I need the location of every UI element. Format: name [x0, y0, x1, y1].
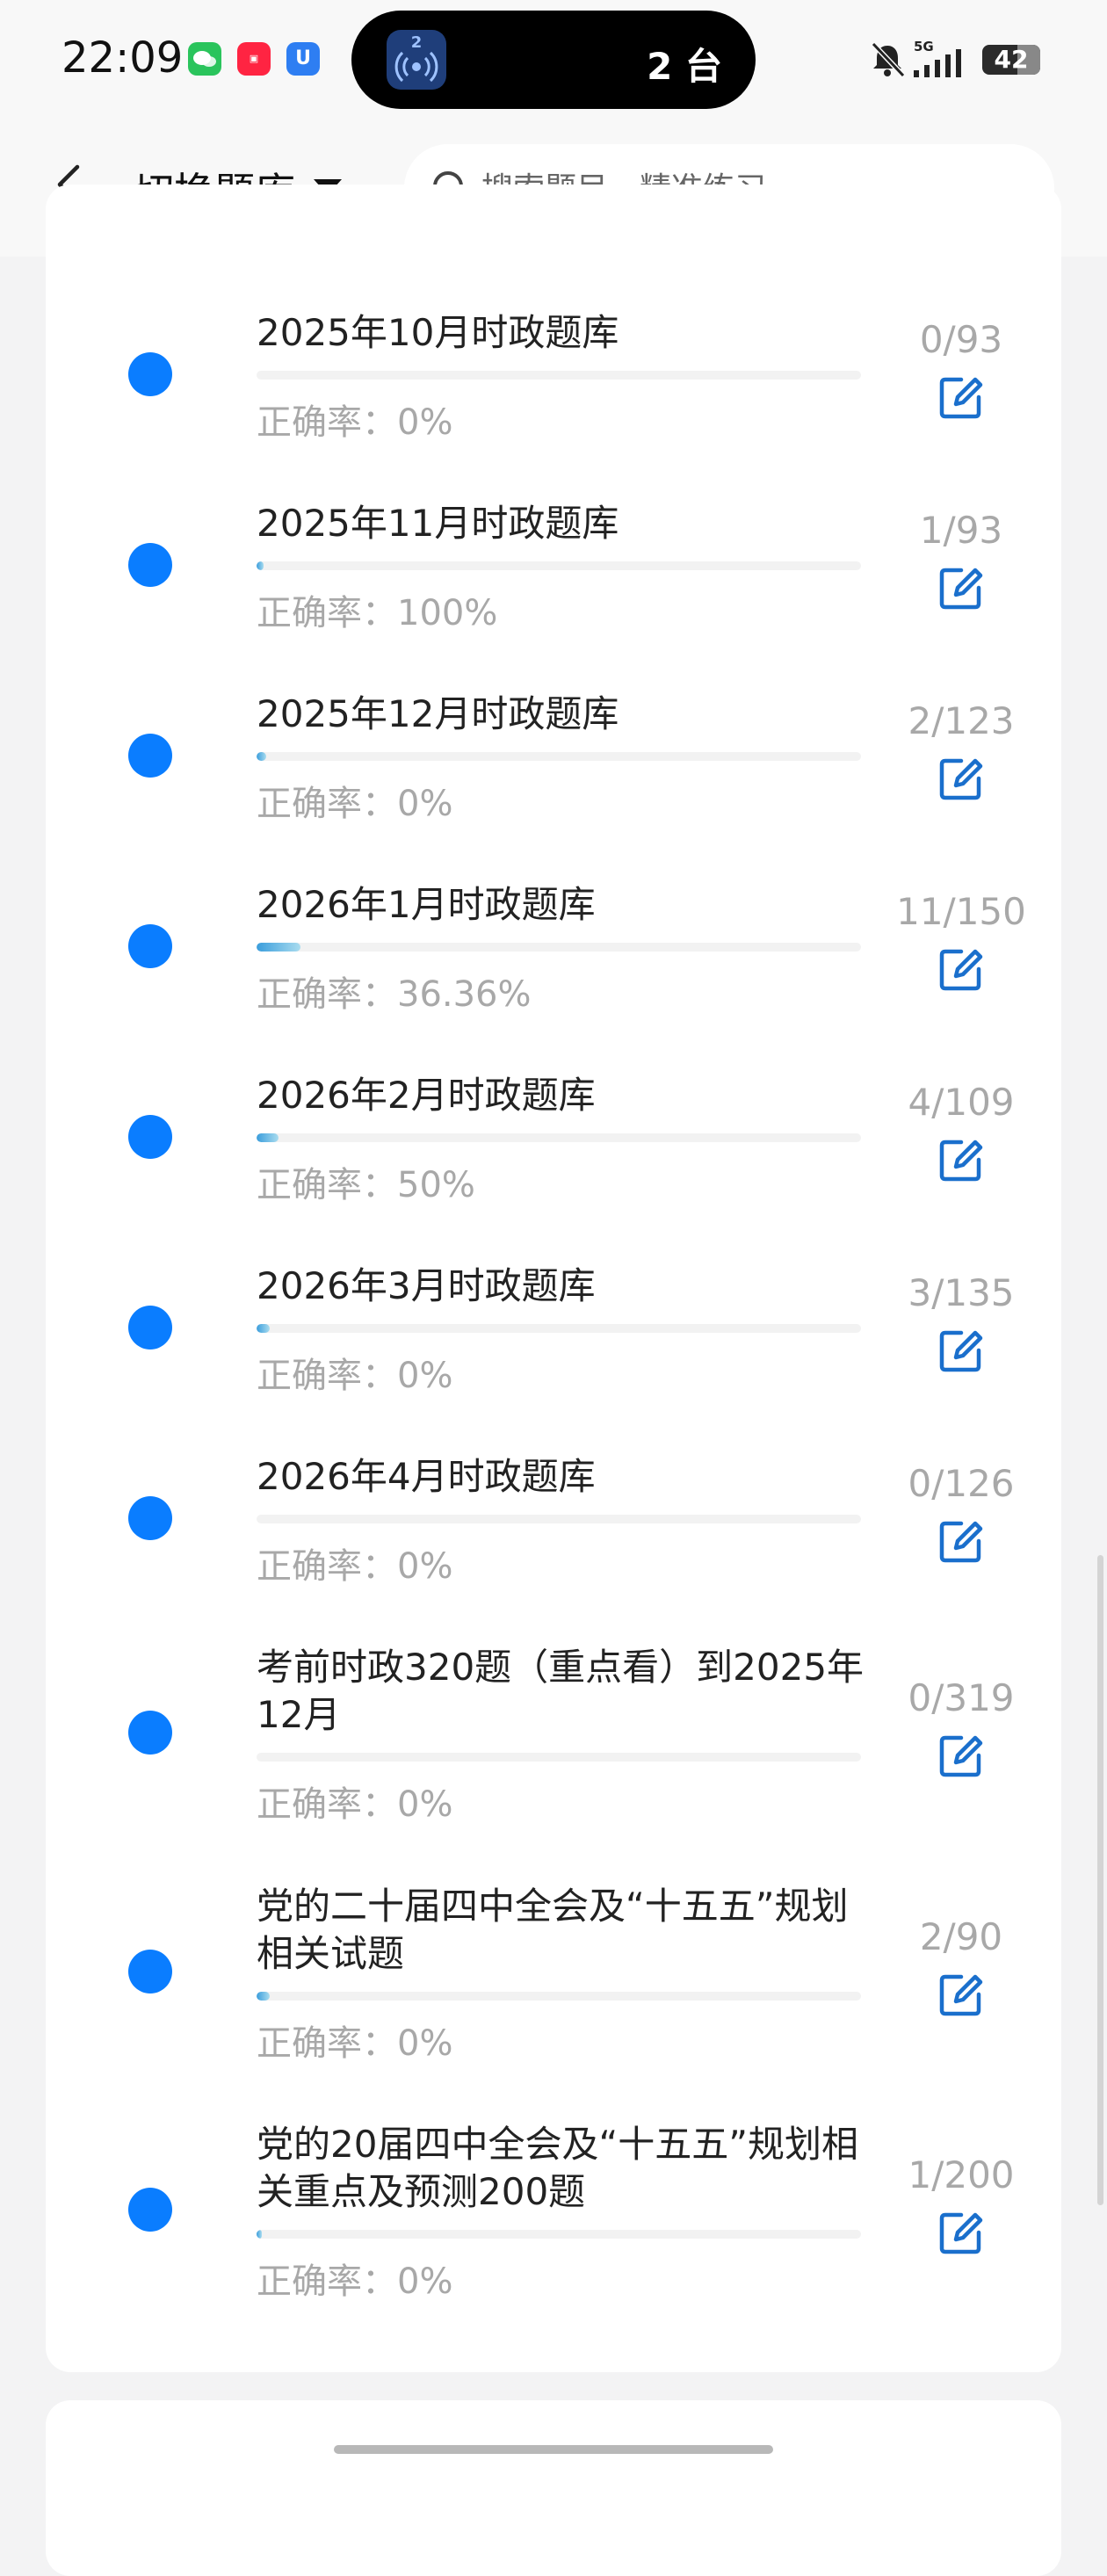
practice-button[interactable] — [935, 1968, 988, 2021]
practice-button[interactable] — [935, 561, 988, 614]
bank-title[interactable]: 2026年3月时政题库 — [257, 1263, 872, 1310]
accuracy-text: 正确率：36.36% — [257, 974, 532, 1015]
status-dot — [128, 734, 172, 778]
edit-icon — [939, 1330, 983, 1372]
status-dot — [128, 2188, 172, 2232]
progress-fill — [257, 1324, 271, 1333]
progress-count: 2/90 — [919, 1915, 1003, 1958]
bank-title[interactable]: 2025年12月时政题库 — [257, 691, 872, 738]
progress-fill — [257, 1133, 279, 1142]
status-dot — [128, 1115, 172, 1159]
progress-count: 3/135 — [908, 1271, 1015, 1314]
practice-button[interactable] — [935, 1324, 988, 1377]
progress-bar — [257, 371, 861, 380]
practice-button[interactable] — [935, 1515, 988, 1567]
status-dot — [128, 352, 172, 396]
wechat-icon — [188, 42, 221, 76]
dynamic-island[interactable]: 2 2 台 — [351, 11, 756, 109]
edit-icon — [939, 1735, 983, 1777]
progress-bar — [257, 1515, 861, 1523]
status-time: 22:09 — [62, 33, 184, 83]
mute-bell-icon — [871, 41, 906, 78]
edit-icon — [939, 568, 983, 610]
practice-button[interactable] — [935, 371, 988, 423]
progress-bar — [257, 1324, 861, 1333]
progress-count: 1/93 — [919, 509, 1003, 552]
home-indicator[interactable] — [334, 2445, 773, 2454]
progress-bar — [257, 1753, 861, 1762]
status-bar: 22:09 ▣ U 2 2 台 5G 42 — [0, 0, 1107, 119]
progress-count: 0/319 — [908, 1676, 1015, 1719]
accuracy-text: 正确率：0% — [257, 2023, 453, 2064]
progress-bar — [257, 2230, 861, 2239]
edit-icon — [939, 2212, 983, 2254]
progress-count: 2/123 — [908, 699, 1015, 742]
status-dot — [128, 924, 172, 968]
signal-icon — [914, 49, 961, 77]
bank-title[interactable]: 2025年10月时政题库 — [257, 309, 872, 357]
progress-bar — [257, 943, 861, 952]
progress-bar — [257, 1133, 861, 1142]
app-u-icon: U — [286, 42, 320, 76]
progress-fill — [257, 561, 264, 570]
edit-icon — [939, 1140, 983, 1182]
status-dot — [128, 543, 172, 587]
status-dot — [128, 1306, 172, 1350]
accuracy-text: 正确率：0% — [257, 1784, 453, 1825]
accuracy-text: 正确率：0% — [257, 1546, 453, 1587]
progress-count: 0/93 — [919, 318, 1003, 361]
progress-bar — [257, 1992, 861, 2001]
battery-indicator: 42 — [982, 45, 1040, 75]
battery-level: 42 — [994, 45, 1029, 74]
accuracy-text: 正确率：0% — [257, 2261, 453, 2302]
bank-title[interactable]: 党的二十届四中全会及“十五五”规划相关试题 — [257, 1883, 872, 1978]
bank-title[interactable]: 2026年2月时政题库 — [257, 1072, 872, 1119]
broadcast-icon: 2 — [387, 30, 446, 90]
edit-icon — [939, 758, 983, 800]
device-count: 2 台 — [647, 45, 722, 88]
practice-button[interactable] — [935, 1729, 988, 1782]
practice-button[interactable] — [935, 943, 988, 995]
edit-icon — [939, 949, 983, 991]
bank-title[interactable]: 考前时政320题（重点看）到2025年12月 — [257, 1644, 872, 1739]
accuracy-text: 正确率：0% — [257, 402, 453, 443]
practice-button[interactable] — [935, 1133, 988, 1186]
bank-title[interactable]: 2025年11月时政题库 — [257, 500, 872, 547]
progress-bar — [257, 752, 861, 761]
accuracy-text: 正确率：100% — [257, 593, 498, 633]
progress-count: 4/109 — [908, 1081, 1015, 1124]
next-card — [46, 2400, 1061, 2576]
scrollbar[interactable] — [1097, 1555, 1103, 2205]
status-dot — [128, 1950, 172, 1994]
xiaohongshu-icon: ▣ — [237, 42, 271, 76]
bank-title[interactable]: 2026年1月时政题库 — [257, 881, 872, 929]
accuracy-text: 正确率：0% — [257, 1356, 453, 1396]
progress-fill — [257, 2230, 262, 2239]
practice-button[interactable] — [935, 2206, 988, 2259]
edit-icon — [939, 377, 983, 419]
accuracy-text: 正确率：0% — [257, 784, 453, 824]
edit-icon — [939, 1974, 983, 2016]
progress-count: 1/200 — [908, 2153, 1015, 2196]
bank-title[interactable]: 党的20届四中全会及“十五五”规划相关重点及预测200题 — [257, 2121, 872, 2216]
status-dot — [128, 1711, 172, 1755]
edit-icon — [939, 1521, 983, 1563]
progress-fill — [257, 752, 266, 761]
progress-count: 11/150 — [896, 890, 1026, 933]
accuracy-text: 正确率：50% — [257, 1165, 475, 1205]
status-dot — [128, 1496, 172, 1540]
practice-button[interactable] — [935, 752, 988, 805]
progress-count: 0/126 — [908, 1462, 1015, 1505]
bank-title[interactable]: 2026年4月时政题库 — [257, 1453, 872, 1501]
progress-bar — [257, 561, 861, 570]
progress-fill — [257, 1992, 271, 2001]
progress-fill — [257, 943, 301, 952]
